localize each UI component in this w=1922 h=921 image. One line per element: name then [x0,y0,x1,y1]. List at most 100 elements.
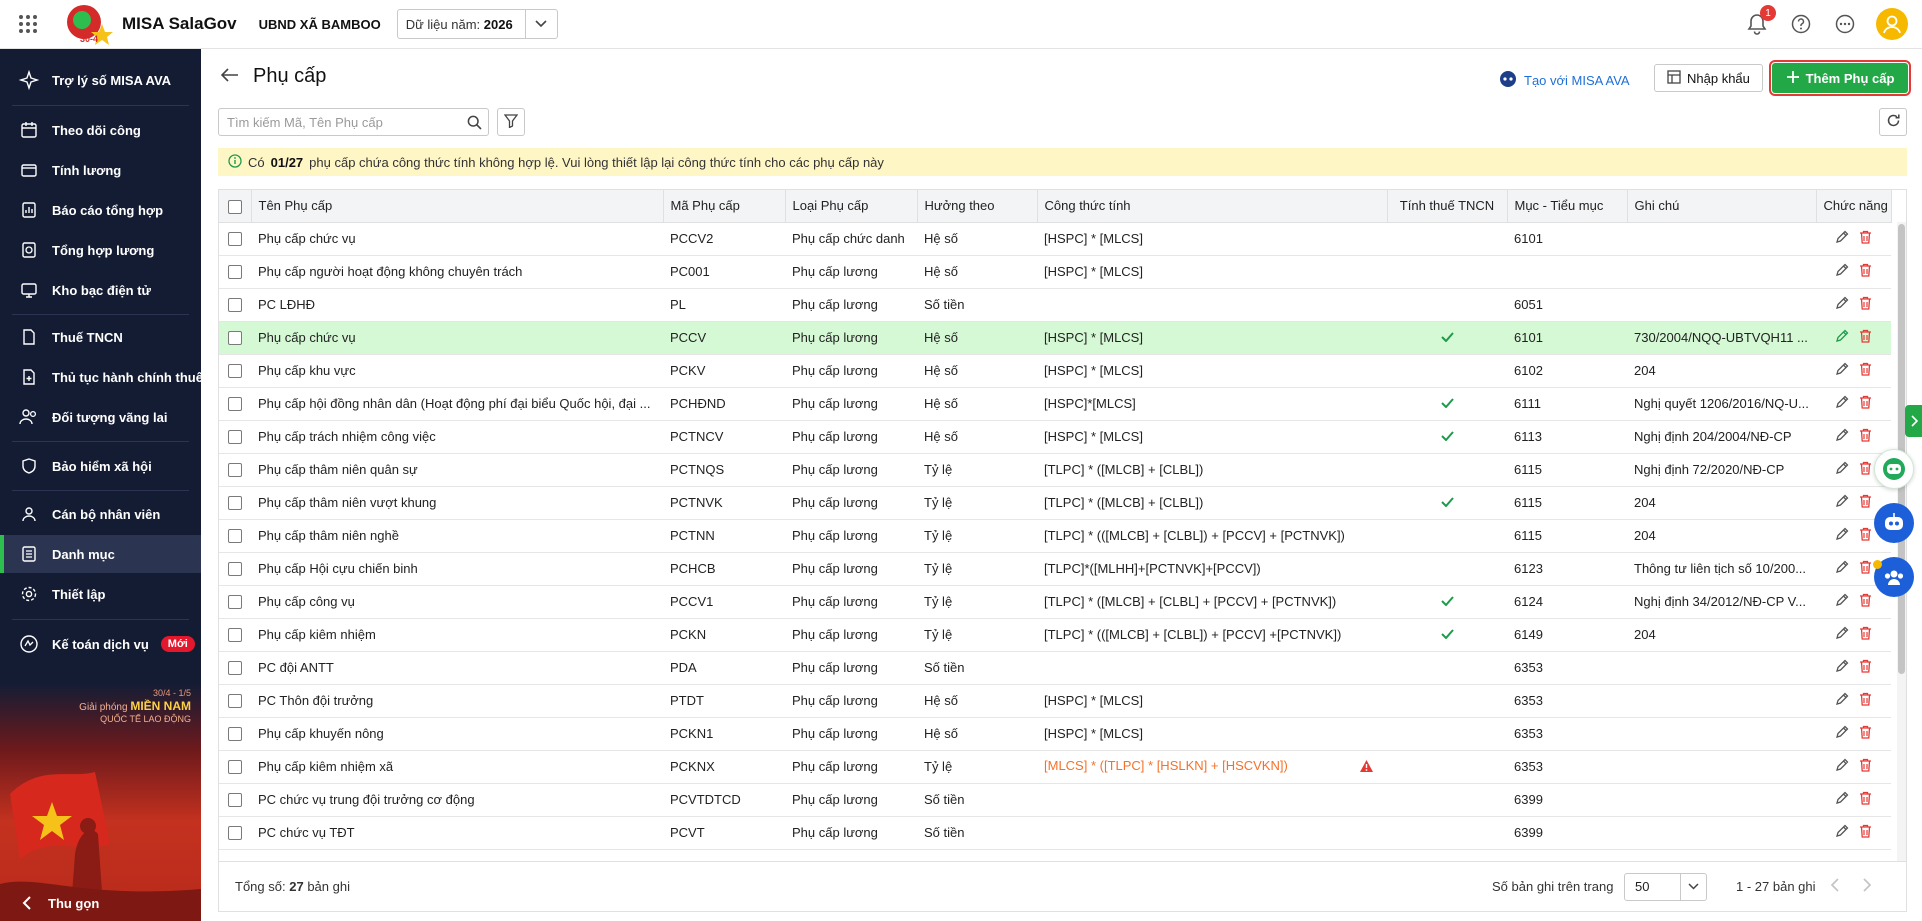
column-header-code[interactable]: Mã Phụ cấp [663,190,786,223]
sidebar-item-visitors[interactable]: Đối tượng vãng lai [0,398,201,436]
row-checkbox[interactable] [228,727,242,742]
edit-icon[interactable] [1835,725,1849,742]
sidebar-item-tax-procedures[interactable]: Thủ tục hành chính thuế [0,358,201,396]
search-input[interactable] [219,109,460,135]
row-checkbox[interactable] [228,595,242,610]
row-checkbox[interactable] [228,331,242,346]
delete-icon[interactable] [1859,395,1872,412]
table-row[interactable]: Phụ cấp kiêm nhiệm xã PCKNX Phụ cấp lương T… [219,750,1891,784]
edit-icon[interactable] [1835,461,1849,478]
table-row[interactable]: PC đội ANTT PDA Phụ cấp lương Số tiền 6353 [219,651,1891,685]
sidebar-item-employees[interactable]: Cán bộ nhân viên [0,495,201,533]
row-checkbox[interactable] [228,826,242,841]
sidebar-item-social-insurance[interactable]: Bảo hiểm xã hội [0,447,201,485]
sidebar-item-e-treasury[interactable]: Kho bạc điện tử [0,271,201,309]
row-checkbox[interactable] [228,529,242,544]
table-row[interactable]: Phụ cấp người hoạt động không chuyên trá… [219,255,1891,289]
table-row[interactable]: Phụ cấp chức vụ PCCV2 Phụ cấp chức danh Hệ … [219,222,1891,256]
column-header-note[interactable]: Ghi chú [1627,190,1817,223]
delete-icon[interactable] [1859,230,1872,247]
sidebar-item-payroll[interactable]: Tính lương [0,151,201,189]
delete-icon[interactable] [1859,263,1872,280]
delete-icon[interactable] [1859,791,1872,808]
table-row[interactable]: Phụ cấp kiêm nhiệm PCKN Phụ cấp lương Tỷ lệ… [219,618,1891,652]
edit-icon[interactable] [1835,626,1849,643]
table-row[interactable]: PC chức vụ TĐT PCVT Phụ cấp lương Số tiền 63… [219,816,1891,850]
sidebar-item-pit[interactable]: Thuế TNCN [0,318,201,356]
next-page-icon[interactable] [1862,878,1872,895]
delete-icon[interactable] [1859,626,1872,643]
delete-icon[interactable] [1859,659,1872,676]
search-icon[interactable] [460,115,488,130]
edit-icon[interactable] [1835,230,1849,247]
row-checkbox[interactable] [228,463,242,478]
table-row[interactable]: PC Thôn đội trưởng PTDT Phụ cấp lương Hệ số… [219,684,1891,718]
notification-bell-icon[interactable]: 1 [1744,5,1776,37]
edit-icon[interactable] [1835,560,1849,577]
delete-icon[interactable] [1859,560,1872,577]
more-options-icon[interactable] [1832,11,1858,37]
delete-icon[interactable] [1859,725,1872,742]
edit-icon[interactable] [1835,824,1849,841]
refresh-button[interactable] [1879,108,1907,136]
row-checkbox[interactable] [228,694,242,709]
row-checkbox[interactable] [228,364,242,379]
delete-icon[interactable] [1859,296,1872,313]
edit-icon[interactable] [1835,296,1849,313]
row-checkbox[interactable] [228,232,242,247]
delete-icon[interactable] [1859,428,1872,445]
delete-icon[interactable] [1859,758,1872,775]
delete-icon[interactable] [1859,461,1872,478]
row-checkbox[interactable] [228,430,242,445]
row-checkbox[interactable] [228,760,242,775]
row-checkbox[interactable] [228,265,242,280]
delete-icon[interactable] [1859,329,1872,346]
table-row[interactable]: Phụ cấp khu vực PCKV Phụ cấp lương Hệ số [HS… [219,354,1891,388]
app-launcher-icon[interactable] [0,0,56,49]
year-select[interactable]: Dữ liệu năm: 2026 [396,9,558,39]
sidebar-item-settings[interactable]: Thiết lập [0,575,201,613]
sidebar-item-ava[interactable]: Trợ lý số MISA AVA [0,61,201,99]
row-checkbox[interactable] [228,496,242,511]
delete-icon[interactable] [1859,824,1872,841]
previous-page-icon[interactable] [1830,878,1840,895]
delete-icon[interactable] [1859,527,1872,544]
delete-icon[interactable] [1859,494,1872,511]
expand-panel-tab[interactable] [1905,405,1922,437]
user-avatar[interactable] [1876,8,1908,40]
delete-icon[interactable] [1859,362,1872,379]
edit-icon[interactable] [1835,659,1849,676]
sidebar-item-accounting-service[interactable]: Kế toán dịch vụ Mới [0,625,201,663]
edit-icon[interactable] [1835,494,1849,511]
table-row[interactable]: Phụ cấp hội đồng nhân dân (Hoạt động phí… [219,387,1891,421]
table-row[interactable]: Phụ cấp thâm niên vượt khung PCTNVK Phụ cấ… [219,486,1891,520]
table-row[interactable]: Phụ cấp chức vụ PCCV Phụ cấp lương Hệ số [HS… [219,321,1891,355]
row-checkbox[interactable] [228,661,242,676]
sidebar-item-salary-summary[interactable]: Tổng hợp lương [0,231,201,269]
column-header-name[interactable]: Tên Phụ cấp [251,190,664,223]
back-arrow-icon[interactable] [220,68,239,85]
edit-icon[interactable] [1835,791,1849,808]
edit-icon[interactable] [1835,395,1849,412]
column-header-formula[interactable]: Công thức tính [1037,190,1388,223]
row-checkbox[interactable] [228,793,242,808]
edit-icon[interactable] [1835,692,1849,709]
ava-assistant-button[interactable] [1874,503,1914,543]
edit-icon[interactable] [1835,428,1849,445]
edit-icon[interactable] [1835,329,1849,346]
edit-icon[interactable] [1835,527,1849,544]
chat-bot-button[interactable] [1874,449,1914,489]
help-icon[interactable] [1788,11,1814,37]
delete-icon[interactable] [1859,593,1872,610]
edit-icon[interactable] [1835,758,1849,775]
table-row[interactable]: Phụ cấp thâm niên nghề PCTNN Phụ cấp lương… [219,519,1891,553]
select-all-checkbox[interactable] [227,199,242,214]
row-checkbox[interactable] [228,562,242,577]
table-row[interactable]: PC chức vụ trung đội trưởng cơ động PCVTD… [219,783,1891,817]
table-row[interactable]: Phụ cấp công vụ PCCV1 Phụ cấp lương Tỷ lệ [T… [219,585,1891,619]
per-page-select[interactable]: 50 [1624,872,1707,901]
sidebar-item-reports[interactable]: Báo cáo tổng hợp [0,191,201,229]
edit-icon[interactable] [1835,593,1849,610]
row-checkbox[interactable] [228,298,242,313]
chevron-down-icon[interactable] [1680,873,1706,900]
